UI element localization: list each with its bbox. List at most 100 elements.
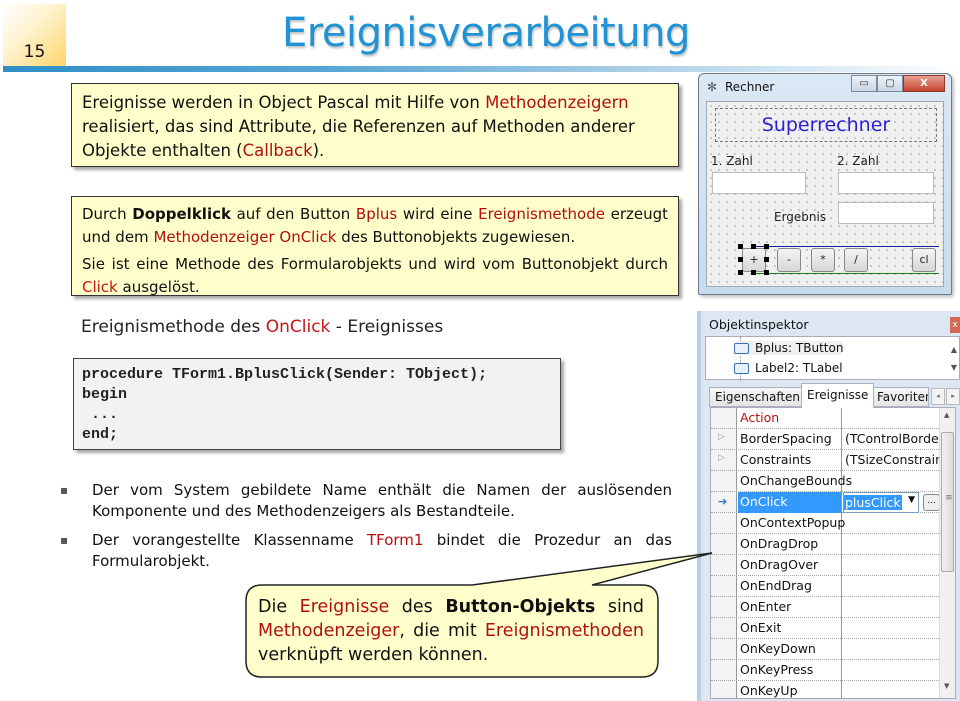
rechner-window: ✻ Rechner ▭ ▢ X Superrechner 1. Zahl 2. …	[698, 73, 952, 295]
window-title: Rechner	[725, 80, 775, 94]
header-rule	[3, 66, 960, 72]
event-row[interactable]: ▷ Constraints (TSizeConstraints	[711, 450, 955, 471]
event-name: OnExit	[740, 620, 782, 635]
tab-scroll-right-icon[interactable]: ▸	[946, 388, 960, 405]
label-ergebnis[interactable]: Ergebnis	[774, 210, 826, 224]
selection-handle[interactable]	[738, 244, 743, 249]
maximize-button[interactable]: ▢	[877, 75, 903, 92]
button-divide[interactable]: /	[844, 248, 868, 272]
event-row[interactable]: OnContextPopup	[711, 513, 941, 534]
event-row[interactable]: OnExit	[711, 618, 941, 639]
zahl1-edit[interactable]	[712, 172, 806, 194]
event-value[interactable]: (TControlBorderS	[845, 431, 952, 446]
scroll-down-icon[interactable]: ▼	[951, 359, 957, 377]
selection-handle[interactable]	[764, 244, 769, 249]
ellipsis-button[interactable]: ...	[923, 494, 940, 511]
selection-handle[interactable]	[738, 270, 743, 275]
highlight-term: Ereignismethode	[478, 205, 605, 223]
tab-favoriten[interactable]: Favoriten	[871, 387, 929, 407]
button-component-icon	[734, 342, 749, 354]
alignment-guide	[753, 273, 939, 274]
selection-handle[interactable]	[751, 244, 756, 249]
page-number: 15	[23, 42, 46, 62]
text: realisiert, das sind Attribute, die Refe…	[82, 117, 635, 160]
event-row[interactable]: OnKeyDown	[711, 639, 941, 660]
label-zahl2[interactable]: 2. Zahl	[837, 154, 879, 168]
text: auf den Button	[230, 205, 356, 223]
chevron-down-icon[interactable]: ▼	[908, 495, 915, 505]
highlight-term: Methodenzeigern	[485, 93, 629, 112]
text: ).	[312, 141, 325, 160]
highlight-term: OnClick	[265, 317, 331, 337]
grid-scrollbar[interactable]: ▲ ≡ ▼	[939, 408, 955, 698]
callout-text: Die Ereignisse des Button-Objekts sind M…	[244, 585, 658, 677]
event-name: OnDragDrop	[740, 536, 819, 551]
text: wird eine	[397, 205, 479, 223]
selection-handle[interactable]	[764, 270, 769, 275]
scroll-up-icon[interactable]: ▲	[951, 341, 957, 359]
selection-handle[interactable]	[738, 257, 743, 262]
minimize-button[interactable]: ▭	[851, 75, 877, 92]
scroll-up-icon[interactable]: ▲	[944, 411, 949, 419]
highlight-term: Bplus	[355, 205, 398, 223]
event-row[interactable]: OnKeyUp	[711, 681, 941, 698]
tree-item-bplus[interactable]: Bplus: TButton	[734, 341, 844, 355]
text: Ereignisse werden in Object Pascal mit H…	[82, 93, 486, 112]
event-row[interactable]: Action	[711, 408, 941, 429]
superrechner-label[interactable]: Superrechner	[715, 108, 937, 142]
inspector-title: Objektinspektor	[709, 317, 809, 332]
event-row[interactable]: OnChangeBounds	[711, 471, 941, 492]
close-button[interactable]: x	[950, 317, 960, 333]
text: Durch	[82, 205, 133, 223]
event-name: OnKeyUp	[740, 683, 798, 698]
scroll-down-icon[interactable]: ▼	[944, 682, 949, 690]
button-plus[interactable]: +	[742, 248, 766, 272]
text: des	[389, 597, 446, 617]
text: Der vom System gebildete Name enthält di…	[92, 481, 672, 520]
text: ausgelöst.	[117, 278, 200, 296]
inspector-tabs: Eigenschaften Ereignisse Favoriten ◂ ▸	[705, 383, 960, 408]
tree-scrollbar[interactable]: ▲ ▼	[951, 341, 957, 377]
tab-eigenschaften[interactable]: Eigenschaften	[709, 387, 807, 407]
text: des Buttonobjekts zugewiesen.	[336, 228, 576, 246]
label-component-icon	[734, 362, 749, 374]
bullet-icon: ▪	[60, 533, 69, 547]
form-designer[interactable]: Superrechner 1. Zahl 2. Zahl Ergebnis + …	[706, 101, 944, 287]
tab-ereignisse[interactable]: Ereignisse	[801, 383, 875, 408]
expand-icon[interactable]: ▷	[718, 453, 725, 463]
paragraph: Durch Doppelklick auf den Button Bplus w…	[82, 203, 668, 249]
highlight-term: Click	[82, 278, 118, 296]
text: Die	[258, 597, 300, 617]
app-icon: ✻	[707, 80, 718, 94]
window-controls: ▭ ▢ X	[851, 75, 945, 92]
selection-handle[interactable]	[751, 270, 756, 275]
event-row[interactable]: OnEnter	[711, 597, 941, 618]
event-row[interactable]: OnDragOver	[711, 555, 941, 576]
event-row[interactable]: OnEndDrag	[711, 576, 941, 597]
label-zahl1[interactable]: 1. Zahl	[711, 154, 753, 168]
tab-scroll-left-icon[interactable]: ◂	[931, 388, 945, 405]
event-row[interactable]: ▷ BorderSpacing (TControlBorderS	[711, 429, 952, 450]
code-block: procedure TForm1.BplusClick(Sender: TObj…	[73, 358, 561, 450]
combo-value[interactable]: plusClick	[844, 495, 902, 510]
button-multiply[interactable]: *	[811, 248, 835, 272]
tree-item-label2[interactable]: Label2: TLabel	[734, 361, 843, 375]
event-name: OnDragOver	[740, 557, 819, 572]
expand-icon[interactable]: ▷	[718, 432, 725, 442]
tree-item-label: Label2: TLabel	[755, 361, 843, 375]
selection-handle[interactable]	[764, 257, 769, 262]
event-row[interactable]: OnKeyPress	[711, 660, 941, 681]
event-row[interactable]: ➔ OnClick plusClick ▼...	[711, 492, 941, 513]
highlight-term: Methodenzeiger	[258, 621, 400, 641]
close-button[interactable]: X	[903, 75, 945, 92]
button-minus[interactable]: -	[777, 248, 801, 272]
scroll-thumb[interactable]: ≡	[941, 432, 954, 572]
button-clear[interactable]: cl	[912, 248, 936, 272]
ergebnis-edit[interactable]	[838, 202, 934, 224]
text: verknüpft werden können.	[258, 645, 489, 665]
event-handler-combo[interactable]: plusClick ▼	[843, 492, 919, 513]
bold-term: Doppelklick	[132, 205, 231, 223]
highlight-term: Ereignismethoden	[484, 621, 644, 641]
event-row[interactable]: OnDragDrop	[711, 534, 941, 555]
zahl2-edit[interactable]	[838, 172, 934, 194]
